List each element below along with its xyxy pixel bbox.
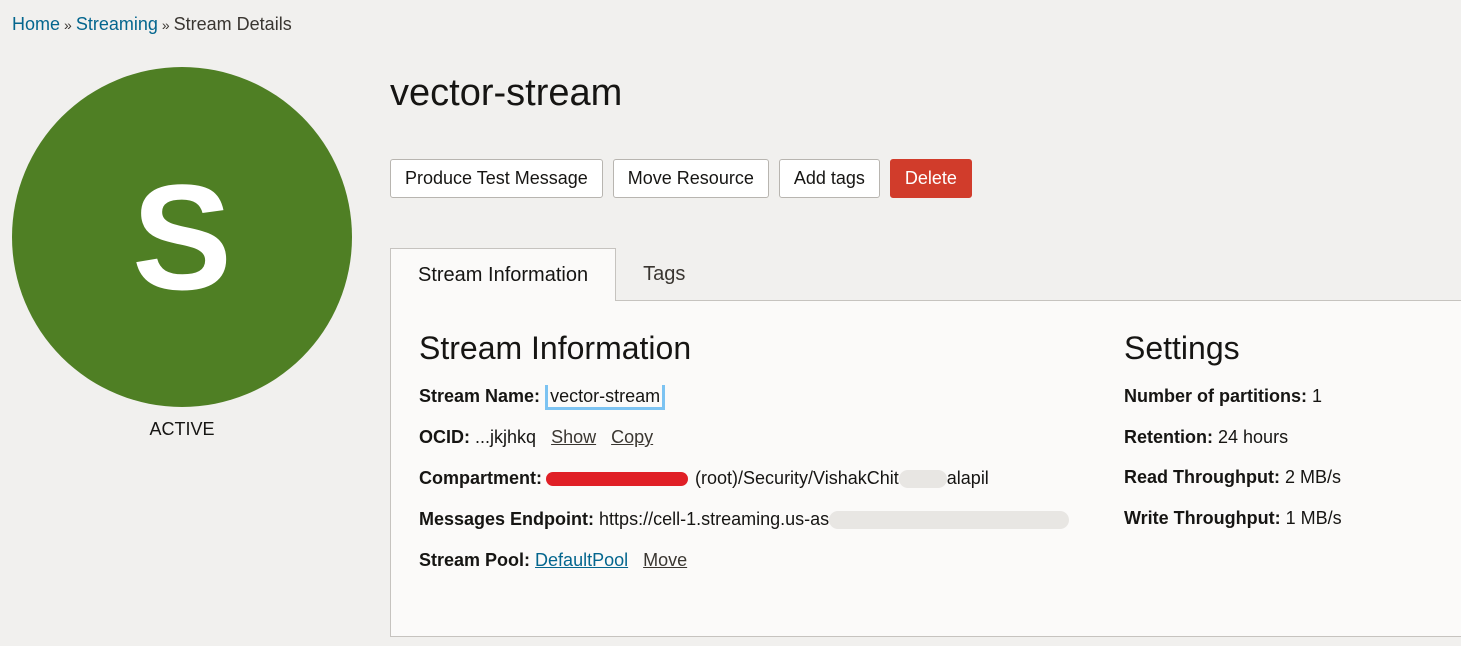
compartment-value-start: (root)/Security/VishakChit xyxy=(695,468,899,488)
ocid-copy-link[interactable]: Copy xyxy=(611,427,653,447)
read-throughput-value: 2 MB/s xyxy=(1285,467,1342,487)
redaction-mark xyxy=(546,472,689,487)
tab-bar: Stream Information Tags xyxy=(390,248,712,301)
breadcrumb-current: Stream Details xyxy=(173,14,292,34)
settings-heading: Settings xyxy=(1124,330,1240,366)
produce-test-message-button[interactable]: Produce Test Message xyxy=(390,159,603,198)
stream-name-value[interactable]: vector-stream xyxy=(545,385,666,410)
action-bar: Produce Test Message Move Resource Add t… xyxy=(390,159,972,198)
breadcrumb-separator: » xyxy=(64,17,72,33)
stream-pool-row: Stream Pool: DefaultPool Move xyxy=(419,549,1099,590)
resource-avatar: S xyxy=(12,67,352,407)
ocid-row: OCID: ...jkjhkq Show Copy xyxy=(419,426,1099,467)
partitions-label: Number of partitions: xyxy=(1124,386,1307,406)
partitions-value: 1 xyxy=(1312,386,1323,406)
move-resource-button[interactable]: Move Resource xyxy=(612,159,769,198)
page-title: vector-stream xyxy=(390,72,623,114)
ocid-show-link[interactable]: Show xyxy=(551,427,596,447)
stream-information-section: Stream Information Stream Name: vector-s… xyxy=(419,330,1099,590)
compartment-value-end: alapil xyxy=(946,468,989,488)
stream-pool-label: Stream Pool: xyxy=(419,550,531,570)
redaction-blur xyxy=(829,511,1070,530)
stream-pool-link[interactable]: DefaultPool xyxy=(535,550,628,570)
settings-section: Settings Number of partitions: 1 Retenti… xyxy=(1124,330,1454,547)
compartment-row: Compartment: (root)/Security/VishakChit a… xyxy=(419,467,1099,508)
delete-button[interactable]: Delete xyxy=(889,159,972,198)
breadcrumb-home-link[interactable]: Home xyxy=(12,14,60,34)
messages-endpoint-value: https://cell-1.streaming.us-as xyxy=(599,509,830,529)
compartment-label: Compartment: xyxy=(419,468,543,488)
write-throughput-row: Write Throughput: 1 MB/s xyxy=(1124,507,1454,548)
retention-row: Retention: 24 hours xyxy=(1124,426,1454,467)
avatar-letter: S xyxy=(131,153,233,321)
stream-pool-move-link[interactable]: Move xyxy=(643,550,687,570)
stream-information-panel: Stream Information Stream Name: vector-s… xyxy=(390,300,1461,637)
stream-name-label: Stream Name: xyxy=(419,386,541,406)
write-throughput-value: 1 MB/s xyxy=(1285,507,1342,528)
partitions-row: Number of partitions: 1 xyxy=(1124,385,1454,426)
status-label: ACTIVE xyxy=(149,419,215,439)
breadcrumb-separator: » xyxy=(161,17,170,33)
ocid-label: OCID: xyxy=(419,427,470,447)
stream-information-heading: Stream Information xyxy=(419,330,692,366)
breadcrumb-streaming-link[interactable]: Streaming xyxy=(76,14,158,34)
write-throughput-label: Write Throughput: xyxy=(1124,507,1281,528)
messages-endpoint-row: Messages Endpoint: https://cell-1.stream… xyxy=(419,508,1099,549)
read-throughput-label: Read Throughput: xyxy=(1124,467,1280,487)
retention-label: Retention: xyxy=(1124,426,1213,447)
tab-tags[interactable]: Tags xyxy=(616,248,712,300)
retention-value: 24 hours xyxy=(1218,426,1289,447)
stream-name-row: Stream Name: vector-stream xyxy=(419,385,1099,426)
messages-endpoint-label: Messages Endpoint: xyxy=(419,509,595,529)
breadcrumb: Home» Streaming» Stream Details xyxy=(12,14,292,35)
redaction-blur xyxy=(898,470,947,489)
tab-stream-information[interactable]: Stream Information xyxy=(390,248,617,301)
read-throughput-row: Read Throughput: 2 MB/s xyxy=(1124,466,1454,507)
ocid-value: ...jkjhkq xyxy=(475,427,537,447)
add-tags-button[interactable]: Add tags xyxy=(778,159,880,198)
